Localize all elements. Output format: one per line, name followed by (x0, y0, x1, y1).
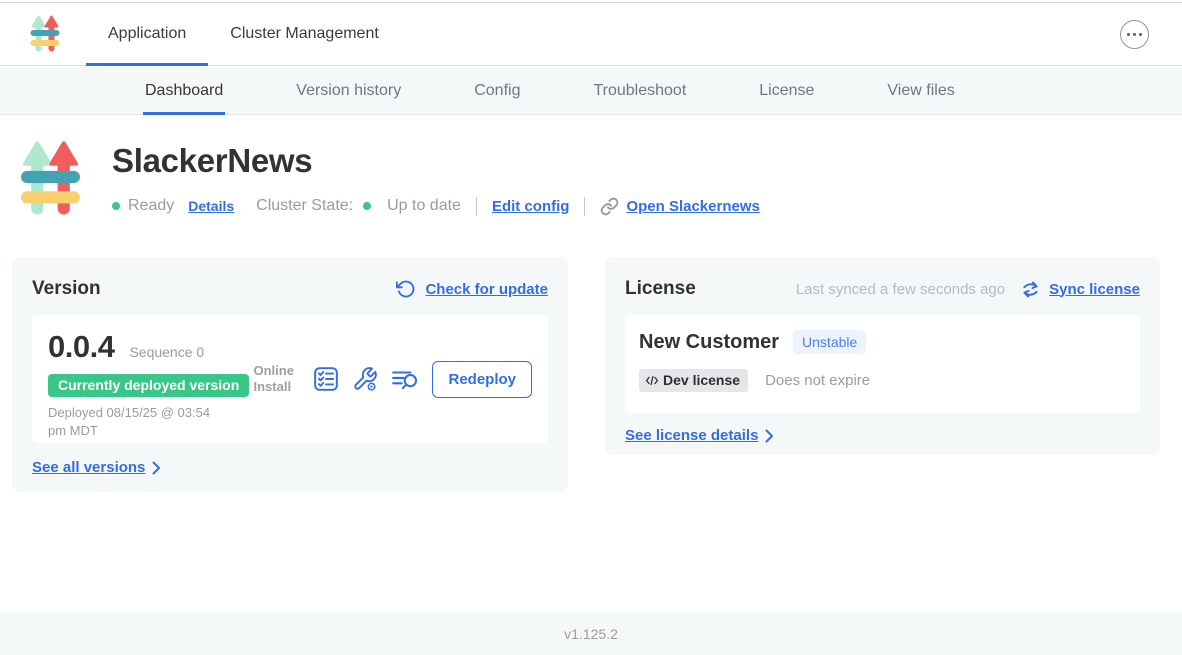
redeploy-button[interactable]: Redeploy (432, 361, 532, 398)
see-license-details-link[interactable]: See license details (625, 427, 774, 444)
tab-label: View files (887, 82, 954, 100)
tab-troubleshoot[interactable]: Troubleshoot (593, 67, 686, 114)
nav-tab-cluster-management[interactable]: Cluster Management (208, 3, 401, 65)
ellipsis-icon (1127, 33, 1142, 36)
install-type-label: Online Install (253, 363, 300, 396)
nav-tab-label: Application (108, 25, 186, 43)
version-actions: Online Install (253, 361, 532, 398)
edit-config-link[interactable]: Edit config (492, 198, 570, 215)
license-card-title: License (625, 278, 696, 300)
version-number: 0.0.4 (48, 329, 114, 365)
tab-config[interactable]: Config (474, 67, 520, 114)
primary-nav: Application Cluster Management (86, 3, 401, 65)
cluster-state-dot (363, 202, 371, 210)
open-app-link[interactable]: Open Slackernews (600, 197, 759, 216)
tab-dashboard[interactable]: Dashboard (145, 67, 223, 114)
customer-name: New Customer (639, 331, 779, 354)
license-card: License Last synced a few seconds ago Sy… (605, 257, 1160, 455)
page-title: SlackerNews (112, 142, 312, 180)
tab-label: Version history (296, 82, 401, 100)
license-type-badge: Dev license (639, 369, 748, 392)
license-card-header: License Last synced a few seconds ago Sy… (625, 275, 1140, 303)
license-expiry: Does not expire (765, 372, 870, 389)
app-status-dot (112, 202, 120, 210)
see-license-details-label: See license details (625, 427, 758, 444)
tab-label: License (759, 82, 814, 100)
app-subnav: Dashboard Version history Config Trouble… (0, 67, 1182, 115)
version-card-title: Version (32, 278, 101, 300)
config-wrench-gear-icon[interactable] (352, 366, 378, 392)
code-icon (645, 375, 659, 386)
cluster-state-value: Up to date (387, 197, 461, 215)
see-all-versions-link[interactable]: See all versions (32, 459, 161, 476)
top-navbar: Application Cluster Management (0, 2, 1182, 66)
channel-badge: Unstable (793, 330, 866, 354)
nav-tab-application[interactable]: Application (86, 3, 208, 65)
chevron-right-icon (152, 461, 161, 475)
version-card-header: Version Check for update (32, 275, 548, 303)
console-footer: v1.125.2 (0, 612, 1182, 655)
deployed-timestamp: Deployed 08/15/25 @ 03:54 pm MDT (48, 404, 226, 439)
tab-license[interactable]: License (759, 67, 814, 114)
refresh-icon (396, 279, 416, 299)
deployed-status-badge: Currently deployed version (48, 374, 249, 397)
open-app-label: Open Slackernews (626, 198, 759, 215)
view-logs-icon[interactable] (391, 366, 419, 392)
version-sequence: Sequence 0 (129, 344, 204, 360)
status-details-link[interactable]: Details (188, 198, 234, 214)
tab-label: Config (474, 82, 520, 100)
app-status-label: Ready (128, 197, 174, 215)
divider (476, 197, 477, 216)
preflight-checklist-icon[interactable] (313, 366, 339, 392)
tab-version-history[interactable]: Version history (296, 67, 401, 114)
sync-arrows-icon (1021, 280, 1040, 299)
current-version-panel: 0.0.4 Sequence 0 Currently deployed vers… (32, 315, 548, 443)
chevron-right-icon (765, 429, 774, 443)
app-logo-icon (20, 139, 81, 224)
version-card: Version Check for update 0.0.4 Sequence … (12, 257, 568, 492)
divider (584, 197, 585, 216)
check-for-update-link[interactable]: Check for update (425, 281, 548, 298)
sync-license-link[interactable]: Sync license (1049, 281, 1140, 298)
slackernews-logo-icon (30, 14, 60, 54)
last-synced-text: Last synced a few seconds ago (796, 281, 1005, 298)
link-chain-icon (600, 197, 619, 216)
tab-label: Dashboard (145, 82, 223, 100)
console-version: v1.125.2 (564, 626, 618, 642)
license-summary-panel: New Customer Unstable Dev license Does n… (625, 315, 1140, 413)
see-all-versions-label: See all versions (32, 459, 145, 476)
nav-tab-label: Cluster Management (230, 25, 379, 43)
overflow-menu-button[interactable] (1120, 20, 1149, 49)
tab-view-files[interactable]: View files (887, 67, 954, 114)
tab-label: Troubleshoot (593, 82, 686, 100)
app-status-row: Ready Details Cluster State: Up to date … (112, 196, 760, 216)
license-type-label: Dev license (663, 372, 740, 388)
cluster-state-label: Cluster State: (256, 197, 353, 215)
